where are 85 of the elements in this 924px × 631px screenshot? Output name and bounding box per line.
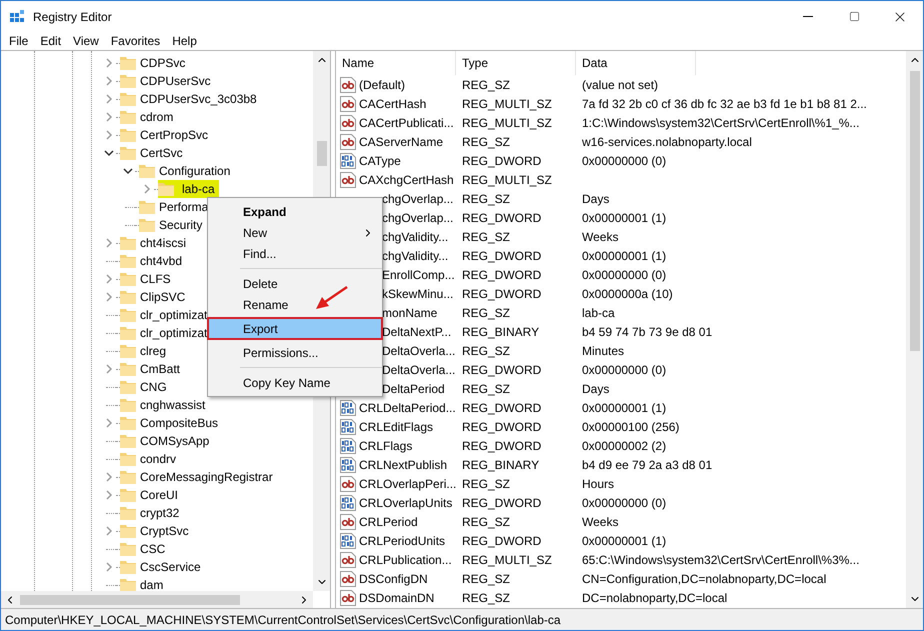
value-name: chgValidity... xyxy=(382,248,448,264)
value-type: REG_SZ xyxy=(461,304,512,322)
value-data: Weeks xyxy=(581,514,618,530)
value-type: REG_DWORD xyxy=(461,286,542,302)
value-type: REG_DWORD xyxy=(461,532,542,550)
value-name: chgValidity... xyxy=(382,228,448,246)
value-name: DeltaOverla... xyxy=(382,362,456,378)
value-type: REG_SZ xyxy=(461,476,512,492)
value-name: CAType xyxy=(359,152,401,170)
value-data: 7a fd 32 2b c0 cf 36 db fc 32 ae b3 fd 1e b1 b8 81 2... xyxy=(581,96,867,112)
value-name: chgOverlap... xyxy=(382,190,454,208)
value-data: 0x00000000 (0) xyxy=(581,152,666,170)
value-name: EnrollComp... xyxy=(382,266,455,284)
value-type: REG_MULTI_SZ xyxy=(461,114,553,132)
value-type: REG_SZ xyxy=(461,342,512,360)
value-type: REG_DWORD xyxy=(461,152,542,170)
value-data: Days xyxy=(581,190,610,208)
window-title: Registry Editor xyxy=(33,8,112,26)
value-type: REG_SZ xyxy=(461,76,512,94)
value-data: 65:C:\Windows\system32\CertSrv\CertEnroll\%3%... xyxy=(581,552,860,568)
value-type: REG_SZ xyxy=(461,514,512,530)
value-data: b4 d9 ee 79 2a a3 d8 01 xyxy=(581,456,712,474)
value-name: chgOverlap... xyxy=(382,210,454,226)
value-name: DSDomainDN xyxy=(359,590,434,606)
value-type: REG_SZ xyxy=(461,228,512,246)
value-data: 1:C:\Windows\system32\CertSrv\CertEnroll\%1_%... xyxy=(581,114,860,132)
value-name: DeltaNextP... xyxy=(382,324,452,340)
value-type: REG_BINARY xyxy=(461,324,540,340)
value-data: w16-services.nolabnoparty.local xyxy=(581,134,752,150)
value-type: REG_DWORD xyxy=(461,362,542,378)
value-data: lab-ca xyxy=(581,304,615,322)
value-data: 0x0000000a (10) xyxy=(581,286,673,302)
value-type: REG_MULTI_SZ xyxy=(461,172,553,188)
value-data: 0x00000001 (1) xyxy=(581,532,666,550)
value-type: REG_SZ xyxy=(461,190,512,208)
value-name: CRLEditFlags xyxy=(359,418,434,436)
value-data: Minutes xyxy=(581,342,624,360)
value-name: monName xyxy=(382,304,438,322)
value-type: REG_MULTI_SZ xyxy=(461,552,553,568)
value-type: REG_DWORD xyxy=(461,418,542,436)
value-data: 0x00000100 (256) xyxy=(581,418,680,436)
value-name: CRLOverlapPeri... xyxy=(359,476,456,492)
value-data: 0x00000001 (1) xyxy=(581,248,666,264)
value-data: Hours xyxy=(581,476,614,492)
value-type: REG_DWORD xyxy=(461,438,542,454)
value-name: DeltaPeriod xyxy=(382,380,445,398)
value-name: DSConfigDN xyxy=(359,570,428,588)
value-type: REG_DWORD xyxy=(461,400,542,416)
value-name: CRLPeriodUnits xyxy=(359,532,446,550)
value-data: 0x00000001 (1) xyxy=(581,210,666,226)
value-type: REG_DWORD xyxy=(461,494,542,512)
value-name: kSkewMinu... xyxy=(382,286,454,302)
value-type: REG_SZ xyxy=(461,570,512,588)
value-data: 0x00000000 (0) xyxy=(581,266,666,284)
value-type: REG_SZ xyxy=(461,590,512,606)
value-name: CACertPublicati... xyxy=(359,114,454,132)
value-type: REG_BINARY xyxy=(461,456,540,474)
value-name: CRLPublication... xyxy=(359,552,452,568)
status-bar-path: Computer\HKEY_LOCAL_MACHINE\SYSTEM\CurrentControlSet\Services\CertSvc\Configuration\lab-ca xyxy=(5,612,561,628)
value-data: 0x00000002 (2) xyxy=(581,438,666,454)
value-type: REG_DWORD xyxy=(461,266,542,284)
value-type: REG_SZ xyxy=(461,380,512,398)
value-data: Weeks xyxy=(581,228,618,246)
value-type: REG_DWORD xyxy=(461,210,542,226)
value-data: CN=Configuration,DC=nolabnoparty,DC=local xyxy=(581,570,826,588)
value-name: CRLOverlapUnits xyxy=(359,494,452,512)
value-data: DC=nolabnoparty,DC=local xyxy=(581,590,728,606)
value-data: 0x00000000 (0) xyxy=(581,362,666,378)
value-name: CRLNextPublish xyxy=(359,456,448,474)
value-name: CRLPeriod xyxy=(359,514,418,530)
value-type: REG_MULTI_SZ xyxy=(461,96,553,112)
value-name: CAXchgCertHash xyxy=(359,172,454,188)
value-data: 0x00000001 (1) xyxy=(581,400,666,416)
value-name: CACertHash xyxy=(359,96,426,112)
value-data: 0x00000000 (0) xyxy=(581,494,666,512)
value-data: Days xyxy=(581,380,610,398)
value-type: REG_SZ xyxy=(461,134,512,150)
value-name: CRLDeltaPeriod... xyxy=(359,400,456,416)
value-name: (Default) xyxy=(359,76,406,94)
value-type: REG_DWORD xyxy=(461,248,542,264)
value-name: CAServerName xyxy=(359,134,444,150)
value-name: DeltaOverla... xyxy=(382,342,456,360)
value-data: (value not set) xyxy=(581,76,658,94)
value-name: CRLFlags xyxy=(359,438,412,454)
value-data: b4 59 74 7b 73 9e d8 01 xyxy=(581,324,712,340)
